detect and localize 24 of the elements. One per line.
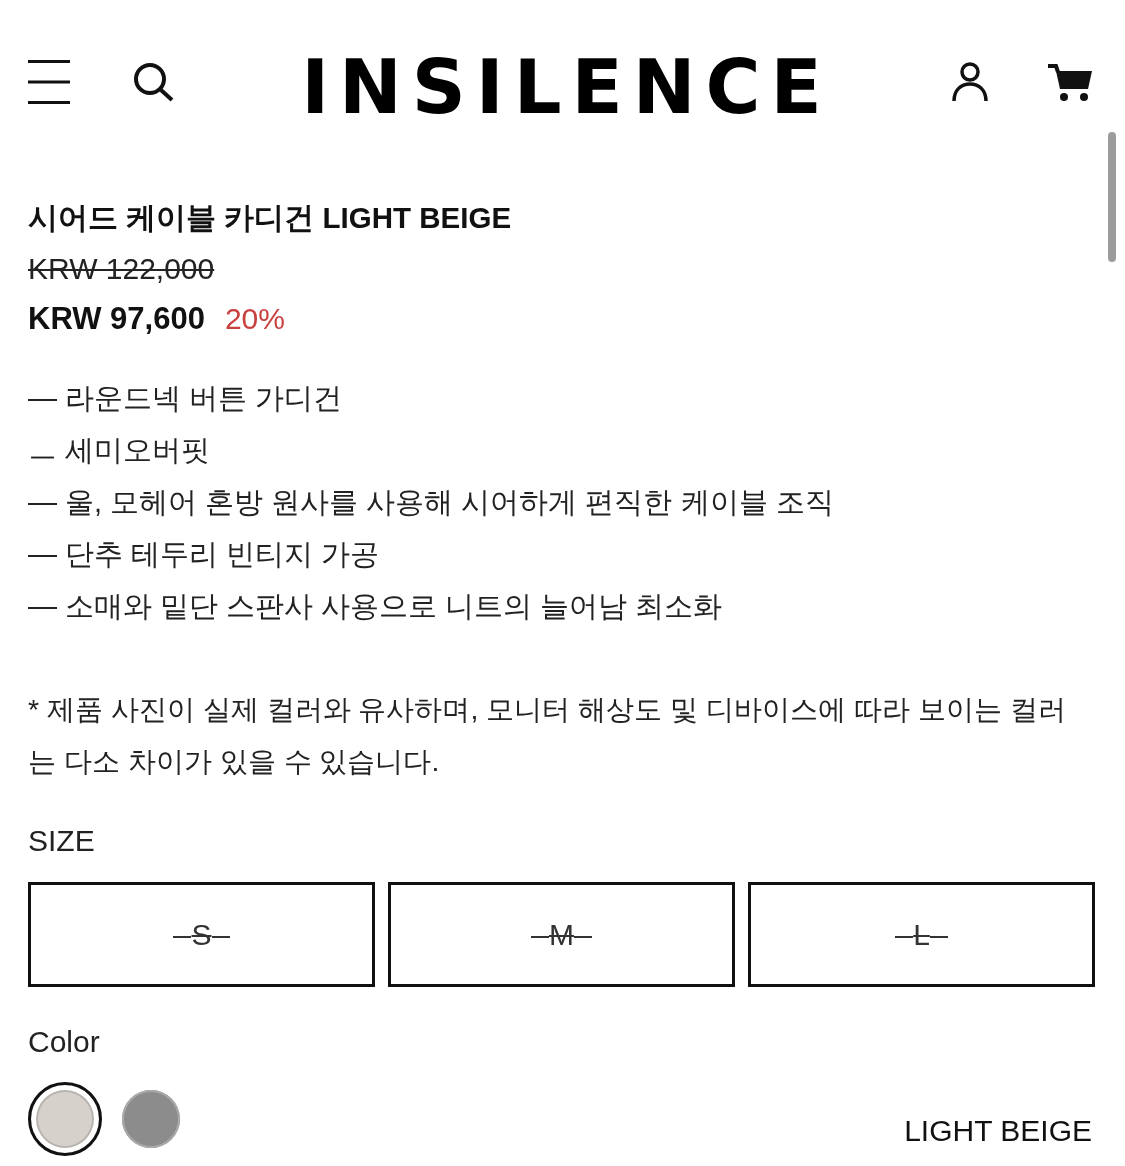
color-notice: * 제품 사진이 실제 컬러와 유사하며, 모니터 해상도 및 디바이스에 따라 보이는 컬러는 다소 차이가 있을 수 있습니다. [28, 692, 1067, 779]
menu-button[interactable] [28, 59, 70, 104]
search-icon [133, 61, 175, 102]
search-button[interactable] [133, 61, 175, 102]
brand-logo[interactable]: INSILENCE [301, 50, 832, 125]
feature-line: ㅡ 세미오버핏 [28, 433, 212, 468]
color-label: Color [28, 1024, 101, 1060]
color-swatch[interactable] [122, 1090, 180, 1148]
discount-rate: 20% [224, 301, 285, 337]
size-label: SIZE [28, 823, 96, 859]
cart-icon [1048, 62, 1092, 101]
person-icon [952, 61, 988, 102]
feature-line: — 라운드넥 버튼 가디건 [28, 381, 344, 416]
original-price: KRW 122,000 [28, 251, 216, 287]
cart-button[interactable] [1048, 62, 1092, 101]
account-button[interactable] [952, 61, 988, 102]
product-title: 시어드 케이블 카디건 LIGHT BEIGE [28, 200, 513, 236]
feature-line: — 울, 모헤어 혼방 원사를 사용해 시어하게 편직한 케이블 조직 [28, 485, 835, 520]
menu-icon [28, 59, 70, 104]
feature-line: — 소매와 밑단 스판사 사용으로 니트의 늘어남 최소화 [28, 589, 724, 624]
scrollbar-thumb[interactable] [1108, 132, 1116, 262]
selected-color-name: LIGHT BEIGE [904, 1113, 1092, 1149]
sale-price: KRW 97,600 [28, 300, 205, 338]
feature-line: — 단추 테두리 빈티지 가공 [28, 537, 381, 572]
